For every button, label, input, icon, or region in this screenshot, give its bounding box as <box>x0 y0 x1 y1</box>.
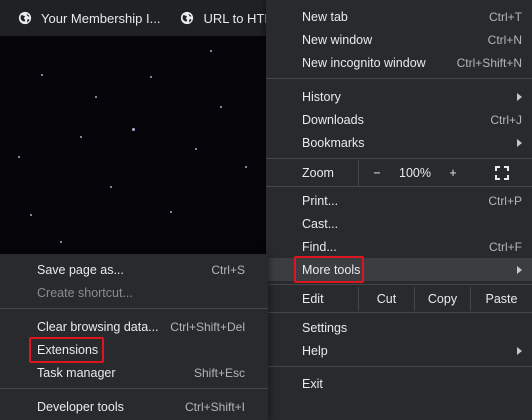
menu-item-create-shortcut: Create shortcut... <box>0 281 268 304</box>
globe-icon <box>181 11 194 25</box>
menu-item-label: Create shortcut... <box>37 285 133 300</box>
menu-separator <box>266 366 532 367</box>
submenu-arrow-icon <box>517 138 522 147</box>
menu-separator <box>266 158 532 159</box>
menu-item-settings[interactable]: Settings <box>266 316 532 339</box>
menu-item-new-window[interactable]: New window Ctrl+N <box>266 28 532 51</box>
edit-row: Edit Cut Copy Paste <box>266 287 532 311</box>
menu-separator <box>266 284 532 285</box>
zoom-out-button[interactable]: − <box>359 166 395 180</box>
menu-item-developer-tools[interactable]: Developer tools Ctrl+Shift+I <box>0 395 268 418</box>
globe-icon <box>18 11 32 25</box>
menu-separator <box>266 186 532 187</box>
menu-item-label: New window <box>302 32 373 47</box>
submenu-arrow-icon <box>517 265 522 274</box>
menu-item-label: New tab <box>302 9 348 24</box>
menu-item-label: Clear browsing data... <box>37 319 159 334</box>
menu-item-shortcut: Ctrl+S <box>211 262 245 277</box>
menu-item-exit[interactable]: Exit <box>266 372 532 395</box>
menu-item-label: Task manager <box>37 365 116 380</box>
star <box>150 76 152 78</box>
menu-item-label: New incognito window <box>302 55 426 70</box>
menu-item-label: Downloads <box>302 112 364 127</box>
menu-item-label: Find... <box>302 239 337 254</box>
menu-item-shortcut: Ctrl+Shift+N <box>456 55 522 70</box>
star <box>18 156 20 158</box>
zoom-row: Zoom − 100% + <box>266 160 532 186</box>
star <box>245 166 247 168</box>
menu-item-label: Cast... <box>302 216 339 231</box>
menu-item-label: Exit <box>302 376 323 391</box>
menu-item-shortcut: Shift+Esc <box>193 365 245 380</box>
menu-item-extensions[interactable]: Extensions <box>0 338 268 361</box>
zoom-label: Zoom <box>302 166 334 180</box>
menu-separator <box>266 312 532 313</box>
menu-item-history[interactable]: History <box>266 85 532 108</box>
edit-label: Edit <box>302 292 324 306</box>
menu-item-label: Help <box>302 343 328 358</box>
menu-item-label: Bookmarks <box>302 135 365 150</box>
menu-item-shortcut: Ctrl+F <box>489 239 522 254</box>
browser-window: Your Membership I... URL to HTML New tab… <box>0 0 532 420</box>
star <box>30 214 32 216</box>
star <box>60 241 62 243</box>
menu-item-task-manager[interactable]: Task manager Shift+Esc <box>0 361 268 384</box>
menu-item-label: Developer tools <box>37 399 124 414</box>
menu-item-label: Extensions <box>37 342 99 357</box>
menu-item-more-tools[interactable]: More tools <box>266 258 532 281</box>
star <box>220 106 222 108</box>
menu-item-shortcut: Ctrl+Shift+Del <box>170 319 245 334</box>
menu-item-new-tab[interactable]: New tab Ctrl+T <box>266 5 532 28</box>
menu-item-print[interactable]: Print... Ctrl+P <box>266 189 532 212</box>
zoom-controls: − 100% + <box>358 160 532 186</box>
menu-item-shortcut: Ctrl+Shift+I <box>184 399 245 414</box>
bookmark-label: Your Membership I... <box>41 10 161 26</box>
star <box>80 136 82 138</box>
menu-item-label: History <box>302 89 341 104</box>
menu-item-downloads[interactable]: Downloads Ctrl+J <box>266 108 532 131</box>
star <box>210 50 212 52</box>
menu-item-shortcut: Ctrl+N <box>487 32 522 47</box>
menu-item-label: Save page as... <box>37 262 124 277</box>
star <box>195 148 197 150</box>
menu-item-find[interactable]: Find... Ctrl+F <box>266 235 532 258</box>
menu-separator <box>266 78 532 79</box>
menu-item-shortcut: Ctrl+P <box>488 193 522 208</box>
menu-item-label: Print... <box>302 193 339 208</box>
star <box>95 96 97 98</box>
star <box>110 186 112 188</box>
menu-item-label: More tools <box>302 262 361 277</box>
submenu-arrow-icon <box>517 346 522 355</box>
more-tools-submenu: Save page as... Ctrl+S Create shortcut..… <box>0 254 268 420</box>
menu-item-help[interactable]: Help <box>266 339 532 362</box>
menu-item-shortcut: Ctrl+J <box>490 112 522 127</box>
zoom-in-button[interactable]: + <box>435 166 471 180</box>
menu-item-cast[interactable]: Cast... <box>266 212 532 235</box>
menu-separator <box>0 388 268 389</box>
menu-item-shortcut: Ctrl+T <box>489 9 522 24</box>
star <box>170 211 172 213</box>
fullscreen-icon[interactable] <box>495 166 509 180</box>
cut-button[interactable]: Cut <box>358 287 414 311</box>
submenu-arrow-icon <box>517 92 522 101</box>
menu-item-clear-browsing-data[interactable]: Clear browsing data... Ctrl+Shift+Del <box>0 315 268 338</box>
menu-item-save-page-as[interactable]: Save page as... Ctrl+S <box>0 258 268 281</box>
menu-separator <box>0 308 268 309</box>
bookmark-your-membership[interactable]: Your Membership I... <box>18 4 160 32</box>
star <box>132 128 135 131</box>
zoom-level: 100% <box>399 166 431 180</box>
paste-button[interactable]: Paste <box>470 287 532 311</box>
copy-button[interactable]: Copy <box>414 287 470 311</box>
chrome-main-menu: New tab Ctrl+T New window Ctrl+N New inc… <box>266 0 532 420</box>
menu-item-bookmarks[interactable]: Bookmarks <box>266 131 532 154</box>
menu-item-label: Settings <box>302 320 348 335</box>
star <box>41 74 43 76</box>
menu-item-new-incognito-window[interactable]: New incognito window Ctrl+Shift+N <box>266 51 532 74</box>
